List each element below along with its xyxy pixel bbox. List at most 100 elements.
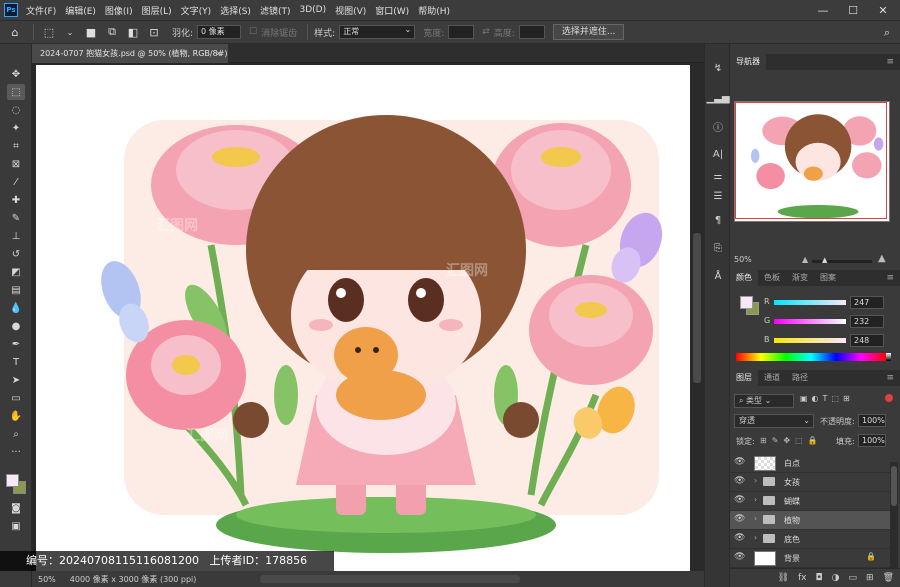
screen-mode-icon[interactable]: ▣ bbox=[7, 518, 25, 534]
healing-brush-tool-icon[interactable]: ✚ bbox=[7, 192, 25, 208]
select-and-mask-button[interactable]: 选择并遮住... bbox=[552, 24, 625, 40]
history-brush-tool-icon[interactable]: ↺ bbox=[7, 246, 25, 262]
rectangle-tool-icon[interactable]: ▭ bbox=[7, 390, 25, 406]
layer-filter-select[interactable]: ⌕ 类型 ⌄ bbox=[734, 394, 794, 408]
menu-type[interactable]: 文字(Y) bbox=[181, 4, 212, 17]
maximize-button[interactable]: ☐ bbox=[838, 0, 868, 20]
history-panel-icon[interactable]: ↯ bbox=[709, 60, 727, 76]
layer-style-icon[interactable]: fx bbox=[798, 573, 807, 583]
eyedropper-tool-icon[interactable]: ⁄ bbox=[7, 174, 25, 190]
add-selection-icon[interactable]: ⧉ bbox=[103, 23, 121, 41]
home-icon[interactable]: ⌂ bbox=[6, 23, 24, 41]
foreground-color-swatch[interactable] bbox=[6, 474, 19, 487]
intersect-selection-icon[interactable]: ⊡ bbox=[145, 23, 163, 41]
swap-icon[interactable]: ⇄ bbox=[482, 27, 490, 37]
channel-g-slider[interactable] bbox=[774, 319, 846, 324]
menu-image[interactable]: 图像(I) bbox=[105, 4, 133, 17]
color-foreground-swatch[interactable] bbox=[740, 296, 753, 309]
visibility-eye-icon[interactable]: 👁 bbox=[734, 552, 745, 562]
visibility-eye-icon[interactable]: 👁 bbox=[734, 533, 745, 543]
close-tab-icon[interactable]: × bbox=[215, 44, 222, 63]
menu-help[interactable]: 帮助(H) bbox=[418, 4, 450, 17]
panel-menu-icon[interactable]: ≡ bbox=[886, 54, 894, 70]
fill-input[interactable]: 100% bbox=[858, 434, 886, 447]
histogram-panel-icon[interactable]: ▁▃▅ bbox=[706, 90, 729, 106]
feather-input[interactable]: 0 像素 bbox=[197, 25, 242, 39]
slider-handle[interactable]: ▲ bbox=[822, 256, 827, 264]
antialias-checkbox[interactable]: ☐ bbox=[249, 27, 257, 37]
frame-tool-icon[interactable]: ⊠ bbox=[7, 156, 25, 172]
path-selection-tool-icon[interactable]: ➤ bbox=[7, 372, 25, 388]
subtract-selection-icon[interactable]: ◧ bbox=[124, 23, 142, 41]
lock-icons[interactable]: ⊞✎✥⬚🔒 bbox=[760, 436, 823, 445]
tab-patterns[interactable]: 图案 bbox=[814, 270, 842, 286]
navigator-zoom[interactable]: 50% bbox=[734, 255, 752, 264]
type-tool-icon[interactable]: T bbox=[7, 354, 25, 370]
panel-menu-icon[interactable]: ≡ bbox=[886, 270, 894, 286]
close-window-button[interactable]: ✕ bbox=[868, 0, 898, 20]
chevron-right-icon[interactable]: › bbox=[754, 514, 757, 523]
tab-paths[interactable]: 路径 bbox=[786, 370, 814, 386]
color-spectrum-bw[interactable] bbox=[886, 353, 891, 361]
more-tools-icon[interactable]: ··· bbox=[7, 444, 25, 460]
channel-b-slider[interactable] bbox=[774, 338, 846, 343]
zoom-out-icon[interactable]: ▲ bbox=[802, 255, 808, 264]
tab-navigator[interactable]: 导航器 bbox=[730, 54, 766, 70]
eraser-tool-icon[interactable]: ◩ bbox=[7, 264, 25, 280]
menu-3d[interactable]: 3D(D) bbox=[299, 5, 326, 15]
navigator-view-box[interactable] bbox=[735, 102, 887, 219]
visibility-eye-icon[interactable]: 👁 bbox=[734, 457, 745, 467]
gradient-tool-icon[interactable]: ▤ bbox=[7, 282, 25, 298]
chevron-right-icon[interactable]: › bbox=[754, 495, 757, 504]
brush-tool-icon[interactable]: ✎ bbox=[7, 210, 25, 226]
glyphs-panel-icon[interactable]: Å bbox=[709, 268, 727, 284]
lasso-tool-icon[interactable]: ◌ bbox=[7, 102, 25, 118]
marquee-tool-icon[interactable]: ⬚ bbox=[7, 84, 25, 100]
canvas-area[interactable]: 汇图网 汇图网 汇图网 bbox=[32, 63, 704, 571]
properties-panel-icon[interactable]: ☰ bbox=[709, 188, 727, 204]
channel-g-value[interactable]: 232 bbox=[850, 315, 884, 328]
style-select[interactable]: 正常 bbox=[339, 24, 416, 39]
new-group-icon[interactable]: ▭ bbox=[849, 573, 858, 583]
info-panel-icon[interactable]: ⓘ bbox=[709, 118, 727, 134]
layer-row[interactable]: 👁 › 蝴蝶 bbox=[730, 492, 890, 511]
layer-row-selected[interactable]: 👁 › 植物 bbox=[730, 511, 890, 530]
crop-tool-icon[interactable]: ⌗ bbox=[7, 138, 25, 154]
visibility-eye-icon[interactable]: 👁 bbox=[734, 476, 745, 486]
photoshop-logo[interactable]: Ps bbox=[4, 3, 18, 17]
move-tool-icon[interactable]: ✥ bbox=[7, 66, 25, 82]
panel-menu-icon[interactable]: ≡ bbox=[886, 370, 894, 386]
new-layer-icon[interactable]: ⊞ bbox=[866, 573, 874, 583]
scroll-thumb[interactable] bbox=[891, 466, 897, 506]
menu-window[interactable]: 窗口(W) bbox=[375, 4, 409, 17]
horizontal-scrollbar[interactable] bbox=[260, 575, 520, 583]
adjustment-layer-icon[interactable]: ◑ bbox=[832, 573, 840, 583]
visibility-eye-icon[interactable]: 👁 bbox=[734, 514, 745, 524]
zoom-in-icon[interactable]: ▲ bbox=[878, 253, 886, 264]
delete-layer-icon[interactable]: 🗑 bbox=[883, 573, 894, 583]
add-mask-icon[interactable]: ◘ bbox=[816, 573, 823, 583]
layer-row[interactable]: 👁 白点 bbox=[730, 454, 890, 473]
layer-row[interactable]: 👁 › 底色 bbox=[730, 530, 890, 549]
tab-swatches[interactable]: 色板 bbox=[758, 270, 786, 286]
filter-toggle-icon[interactable] bbox=[885, 394, 893, 402]
layer-row[interactable]: 👁 › 女孩 bbox=[730, 473, 890, 492]
channel-r-slider[interactable] bbox=[774, 300, 846, 305]
vertical-scrollbar[interactable] bbox=[690, 63, 704, 571]
navigator-thumbnail[interactable] bbox=[734, 101, 890, 222]
chevron-down-icon[interactable]: ⌄ bbox=[61, 23, 79, 41]
minimize-button[interactable]: — bbox=[808, 0, 838, 20]
document-canvas[interactable]: 汇图网 汇图网 汇图网 bbox=[36, 65, 693, 571]
width-input[interactable] bbox=[448, 25, 475, 39]
clone-source-panel-icon[interactable]: ⎘ bbox=[709, 240, 727, 256]
channel-b-value[interactable]: 248 bbox=[850, 334, 884, 347]
tab-layers[interactable]: 图层 bbox=[730, 370, 758, 386]
opacity-input[interactable]: 100% bbox=[858, 414, 886, 427]
blur-tool-icon[interactable]: 💧 bbox=[7, 300, 25, 316]
magic-wand-tool-icon[interactable]: ✦ bbox=[7, 120, 25, 136]
height-input[interactable] bbox=[518, 25, 545, 39]
blend-mode-select[interactable]: 穿透 ⌄ bbox=[734, 414, 814, 428]
menu-filter[interactable]: 滤镜(T) bbox=[260, 4, 291, 17]
chevron-right-icon[interactable]: › bbox=[754, 476, 757, 485]
navigator-zoom-slider[interactable] bbox=[812, 260, 872, 263]
